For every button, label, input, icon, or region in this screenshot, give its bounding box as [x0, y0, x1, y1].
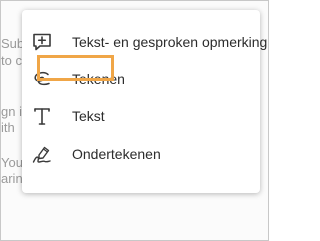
background-text: You — [1, 155, 23, 170]
background-text: arin — [1, 171, 23, 186]
menu-item-label: Ondertekenen — [72, 146, 161, 162]
draw-loop-icon — [34, 72, 50, 86]
menu-item-label: Tekst- en gesproken opmerking — [72, 34, 268, 50]
document-view: Sub to c gn i ith You arin Tekst- en ges… — [0, 0, 269, 241]
background-text: to c — [1, 53, 22, 68]
annotation-tools-menu: Tekst- en gesproken opmerking Tekenen Te… — [22, 10, 267, 193]
text-t-icon — [34, 108, 50, 125]
background-text: gn i — [1, 104, 22, 119]
menu-item-comment[interactable]: Tekst- en gesproken opmerking — [22, 24, 267, 60]
menu-item-label: Tekst — [72, 108, 105, 124]
background-text: ith — [1, 120, 15, 135]
sign-pen-icon — [32, 146, 51, 163]
background-text: Sub — [1, 36, 25, 51]
menu-item-text[interactable]: Tekst — [22, 98, 260, 134]
menu-item-label: Tekenen — [72, 71, 125, 87]
comment-plus-icon — [33, 33, 51, 51]
menu-item-sign[interactable]: Ondertekenen — [22, 136, 260, 172]
menu-item-draw[interactable]: Tekenen — [22, 61, 260, 97]
